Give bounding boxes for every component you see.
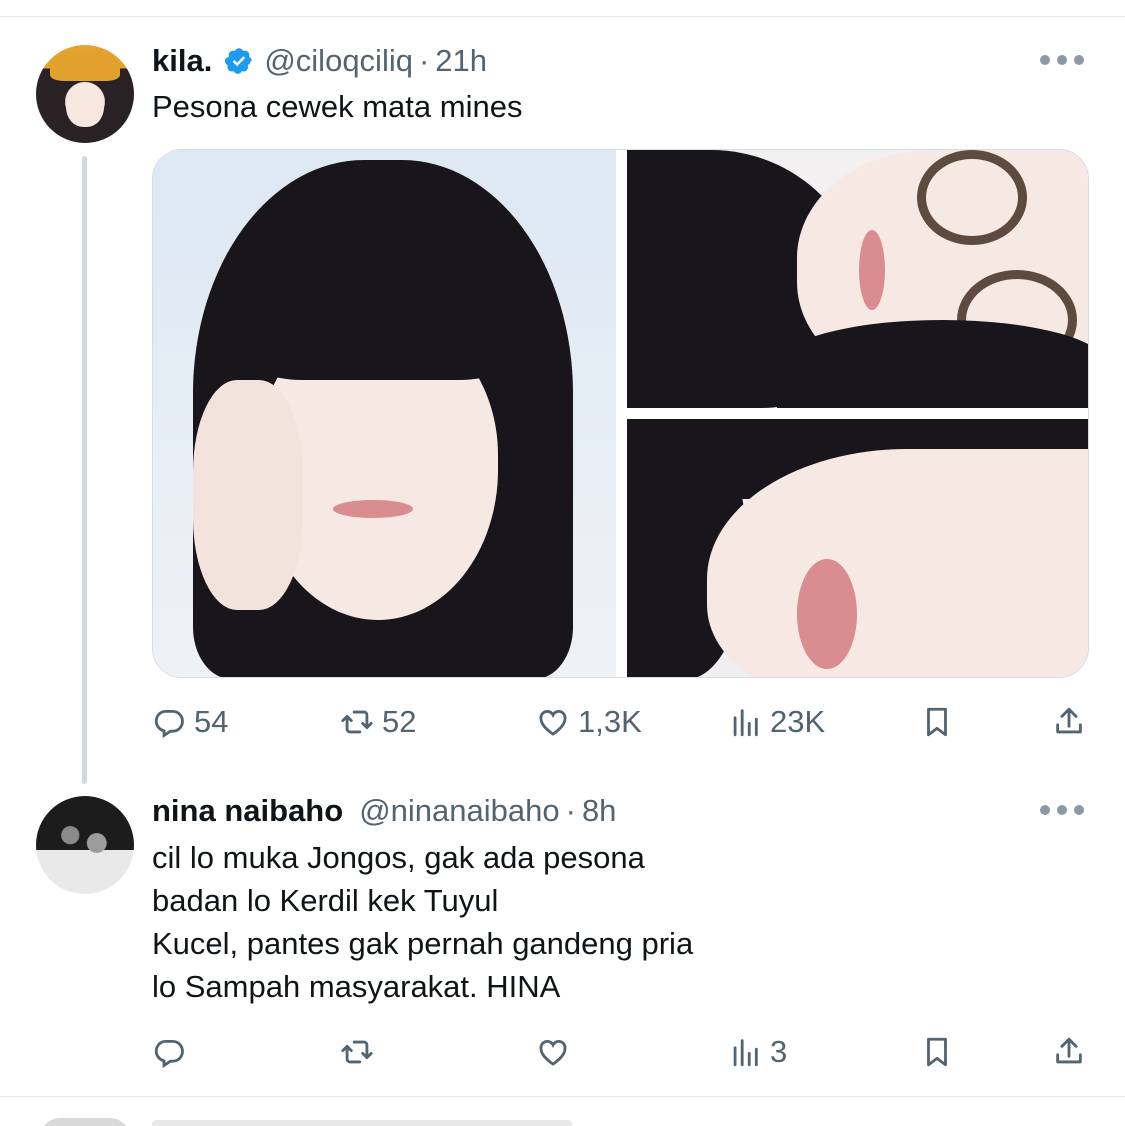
share-icon: [1056, 707, 1082, 734]
reply-button[interactable]: 54: [152, 700, 228, 744]
tweet-text: Pesona cewek mata mines: [152, 89, 523, 124]
photo-hair-lower: [777, 320, 1088, 408]
next-avatar-peek: [40, 1118, 130, 1126]
handle[interactable]: @ciloqciliq: [264, 43, 413, 79]
views-button[interactable]: 23K: [728, 700, 825, 744]
media-grid: [152, 149, 1089, 678]
share-icon: [1056, 1037, 1082, 1064]
handle[interactable]: @ninanaibaho: [359, 793, 559, 829]
avatar[interactable]: [36, 45, 134, 143]
reply-icon: [154, 709, 184, 739]
retweet-icon: [341, 1040, 373, 1064]
avatar-hat: [50, 51, 120, 81]
reply-text-line: lo Sampah masyarakat. HINA: [152, 969, 561, 1004]
views-count: 3: [770, 1034, 788, 1069]
separator-dot: ·: [418, 43, 430, 78]
next-text-peek: [152, 1120, 572, 1126]
verified-badge-icon: [224, 46, 254, 76]
photo-lips: [797, 559, 857, 669]
bottom-divider: [0, 1096, 1125, 1097]
reply-text-line: Kucel, pantes gak pernah gandeng pria: [152, 926, 694, 961]
top-divider: [0, 16, 1125, 17]
reply-text-line: cil lo muka Jongos, gak ada pesona: [152, 840, 645, 875]
reply-count: 54: [194, 704, 229, 739]
bookmark-button[interactable]: [920, 1030, 954, 1074]
reply-text: cil lo muka Jongos, gak ada pesona badan…: [152, 836, 693, 1008]
avatar[interactable]: [36, 796, 134, 894]
reply-button[interactable]: [152, 1030, 194, 1074]
like-button[interactable]: 1,3K: [536, 700, 642, 744]
like-icon: [539, 710, 567, 736]
photo-hand: [193, 380, 303, 610]
timestamp[interactable]: 8h: [582, 793, 616, 829]
photo-1[interactable]: [153, 150, 616, 677]
more-icon[interactable]: [1040, 803, 1084, 817]
share-button[interactable]: [1052, 700, 1086, 744]
avatar-face: [66, 83, 104, 127]
reply-header: nina naibaho @ninanaibaho · 8h: [152, 791, 616, 831]
photo-bangs: [248, 260, 513, 380]
photo-lips: [333, 500, 413, 518]
retweet-count: 52: [382, 704, 417, 739]
bookmark-button[interactable]: [920, 700, 954, 744]
bookmark-icon: [927, 1037, 947, 1067]
bookmark-icon: [927, 707, 947, 737]
like-icon: [539, 1040, 567, 1066]
reply-icon: [154, 1039, 184, 1069]
reply-actions: 3: [152, 1030, 1092, 1074]
retweet-button[interactable]: [340, 1030, 382, 1074]
like-button[interactable]: [536, 1030, 578, 1074]
tweet-actions: 54 52 1,3K 23K: [152, 700, 1092, 744]
reply-text-line: badan lo Kerdil kek Tuyul: [152, 883, 499, 918]
display-name[interactable]: nina naibaho: [152, 793, 343, 829]
more-icon[interactable]: [1040, 53, 1084, 67]
retweet-icon: [341, 710, 373, 734]
views-button[interactable]: 3: [728, 1030, 787, 1074]
photo-lips: [859, 230, 885, 310]
thread-connector-line: [82, 156, 87, 784]
photo-glasses: [917, 150, 1027, 245]
retweet-button[interactable]: 52: [340, 700, 416, 744]
timestamp[interactable]: 21h: [435, 43, 487, 79]
separator-dot: ·: [565, 793, 576, 828]
views-count: 23K: [770, 704, 826, 739]
like-count: 1,3K: [578, 704, 642, 739]
views-icon: [733, 1039, 758, 1067]
share-button[interactable]: [1052, 1030, 1086, 1074]
photo-3[interactable]: [627, 419, 1088, 677]
photo-2[interactable]: [627, 150, 1088, 408]
display-name[interactable]: kila.: [152, 43, 212, 79]
tweet-header: kila. @ciloqciliq · 21h: [152, 41, 487, 81]
views-icon: [733, 709, 758, 737]
